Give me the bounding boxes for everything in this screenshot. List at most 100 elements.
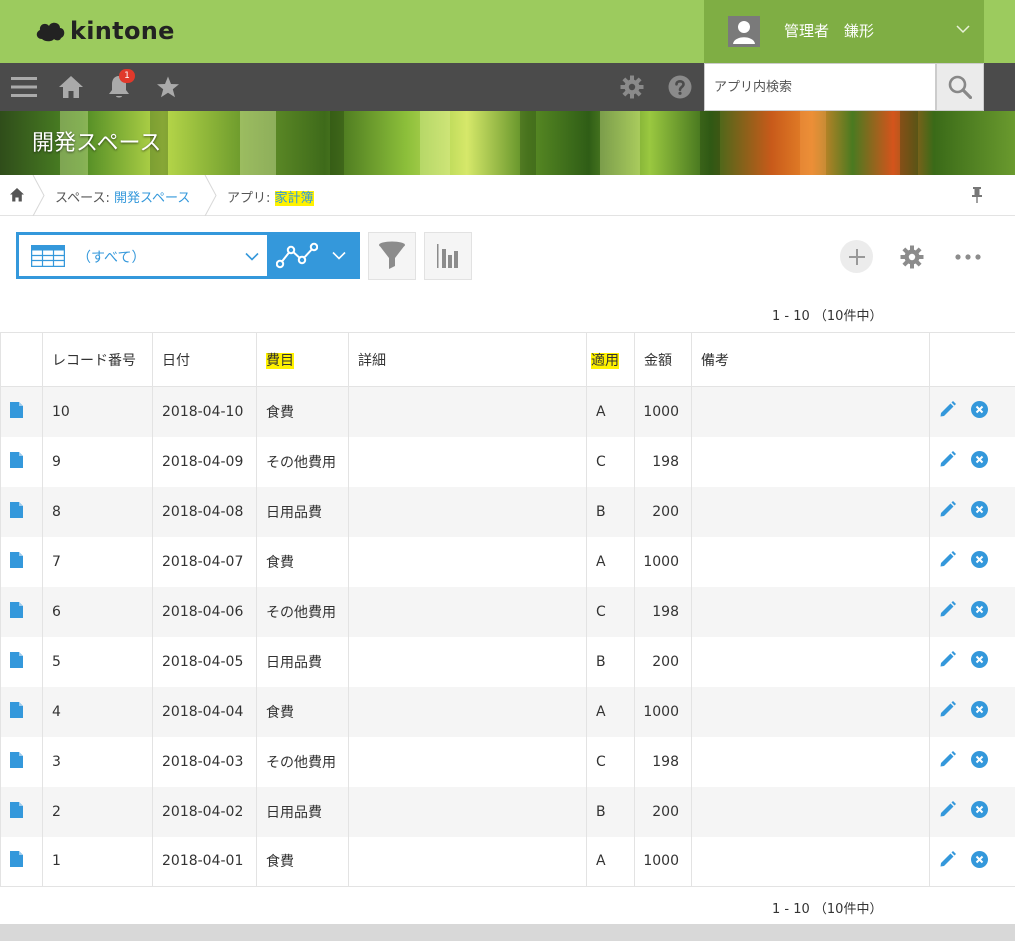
delete-record-button[interactable] bbox=[971, 801, 988, 822]
row-actions bbox=[929, 786, 1015, 837]
cell-category: 日用品費 bbox=[256, 786, 349, 837]
delete-record-button[interactable] bbox=[971, 501, 988, 522]
home-icon bbox=[59, 76, 83, 98]
breadcrumb-app-prefix: アプリ: bbox=[227, 191, 275, 206]
edit-record-button[interactable] bbox=[939, 501, 956, 522]
cell-note bbox=[691, 836, 930, 887]
settings-button[interactable] bbox=[619, 74, 645, 100]
cell-detail bbox=[348, 636, 587, 687]
row-actions bbox=[929, 636, 1015, 687]
record-detail-link[interactable] bbox=[0, 686, 43, 737]
kintone-logo[interactable]: kintone bbox=[34, 15, 175, 47]
edit-record-button[interactable] bbox=[939, 850, 956, 872]
home-button[interactable] bbox=[58, 74, 84, 100]
delete-record-button[interactable] bbox=[971, 451, 988, 472]
delete-icon bbox=[971, 801, 988, 818]
header-record-no[interactable]: レコード番号 bbox=[42, 332, 153, 387]
delete-record-button[interactable] bbox=[971, 401, 988, 422]
delete-record-button[interactable] bbox=[971, 850, 988, 872]
delete-icon bbox=[971, 751, 988, 768]
app-settings-button[interactable] bbox=[895, 240, 928, 273]
cell-date: 2018-04-03 bbox=[152, 736, 257, 787]
delete-record-button[interactable] bbox=[971, 551, 988, 572]
document-icon bbox=[10, 401, 23, 418]
pencil-icon bbox=[940, 701, 956, 717]
record-detail-link[interactable] bbox=[0, 636, 43, 687]
delete-record-button[interactable] bbox=[971, 751, 988, 772]
favorites-button[interactable] bbox=[155, 74, 181, 100]
menu-button[interactable] bbox=[11, 74, 37, 100]
graph-selector[interactable] bbox=[268, 232, 360, 279]
breadcrumb-space-prefix: スペース: bbox=[55, 191, 114, 206]
header-detail-label: 詳細 bbox=[358, 352, 386, 369]
row-actions bbox=[929, 586, 1015, 637]
cell-type: B bbox=[586, 786, 635, 837]
pencil-icon bbox=[940, 551, 956, 567]
breadcrumb-app-link[interactable]: 家計簿 bbox=[274, 191, 314, 206]
header-note[interactable]: 備考 bbox=[691, 332, 930, 387]
record-detail-link[interactable] bbox=[0, 386, 43, 437]
table-view-icon bbox=[31, 245, 65, 267]
edit-record-button[interactable] bbox=[939, 801, 956, 822]
more-options-button[interactable] bbox=[951, 240, 984, 273]
add-record-button[interactable] bbox=[840, 240, 873, 273]
record-detail-link[interactable] bbox=[0, 586, 43, 637]
edit-record-button[interactable] bbox=[939, 651, 956, 672]
pencil-icon bbox=[940, 801, 956, 817]
view-selector[interactable]: （すべて） bbox=[16, 232, 268, 279]
delete-icon bbox=[971, 451, 988, 468]
cell-detail bbox=[348, 436, 587, 487]
header-detail[interactable]: 詳細 bbox=[348, 332, 587, 387]
pencil-icon bbox=[940, 501, 956, 517]
edit-record-button[interactable] bbox=[939, 751, 956, 772]
header-type[interactable]: 適用 bbox=[586, 332, 635, 387]
header-category[interactable]: 費目 bbox=[256, 332, 349, 387]
space-title: 開発スペース bbox=[32, 131, 162, 156]
breadcrumb-space-link[interactable]: 開発スペース bbox=[114, 191, 190, 206]
delete-record-button[interactable] bbox=[971, 601, 988, 622]
record-detail-link[interactable] bbox=[0, 786, 43, 837]
edit-record-button[interactable] bbox=[939, 701, 956, 722]
header-amount[interactable]: 金額 bbox=[634, 332, 692, 387]
cell-detail bbox=[348, 486, 587, 537]
delete-record-button[interactable] bbox=[971, 651, 988, 672]
edit-record-button[interactable] bbox=[939, 451, 956, 472]
page-footer bbox=[0, 924, 1015, 941]
pencil-icon bbox=[940, 601, 956, 617]
filter-button[interactable] bbox=[368, 232, 416, 280]
user-icon bbox=[728, 16, 760, 47]
app-header: kintone 管理者 鎌形 bbox=[0, 0, 1015, 63]
document-icon bbox=[10, 651, 23, 668]
table-row: 5 2018-04-05 日用品費 B 200 bbox=[0, 636, 1015, 687]
search-button[interactable] bbox=[936, 63, 984, 111]
gear-icon bbox=[900, 245, 923, 268]
cell-record-no: 8 bbox=[42, 486, 153, 537]
record-detail-link[interactable] bbox=[0, 836, 43, 887]
edit-record-button[interactable] bbox=[939, 601, 956, 622]
table-header-row: レコード番号 日付 費目 詳細 適用 金額 備考 bbox=[0, 332, 1015, 387]
pin-icon[interactable] bbox=[971, 186, 983, 204]
record-detail-link[interactable] bbox=[0, 436, 43, 487]
edit-record-button[interactable] bbox=[939, 401, 956, 422]
help-button[interactable] bbox=[667, 74, 693, 100]
cell-amount: 1000 bbox=[634, 536, 692, 587]
document-icon bbox=[10, 501, 23, 518]
breadcrumb-separator bbox=[32, 175, 45, 216]
search-input[interactable] bbox=[705, 64, 935, 110]
record-detail-link[interactable] bbox=[0, 736, 43, 787]
record-detail-link[interactable] bbox=[0, 536, 43, 587]
edit-record-button[interactable] bbox=[939, 551, 956, 572]
graph-button[interactable] bbox=[424, 232, 472, 280]
header-date[interactable]: 日付 bbox=[152, 332, 257, 387]
cell-note bbox=[691, 586, 930, 637]
delete-icon bbox=[971, 651, 988, 668]
graph-icon bbox=[276, 242, 318, 269]
cell-date: 2018-04-10 bbox=[152, 386, 257, 437]
cell-date: 2018-04-09 bbox=[152, 436, 257, 487]
cell-amount: 200 bbox=[634, 786, 692, 837]
record-detail-link[interactable] bbox=[0, 486, 43, 537]
user-menu[interactable]: 管理者 鎌形 bbox=[704, 0, 984, 63]
home-icon[interactable] bbox=[9, 187, 25, 203]
cell-note bbox=[691, 536, 930, 587]
delete-record-button[interactable] bbox=[971, 701, 988, 722]
